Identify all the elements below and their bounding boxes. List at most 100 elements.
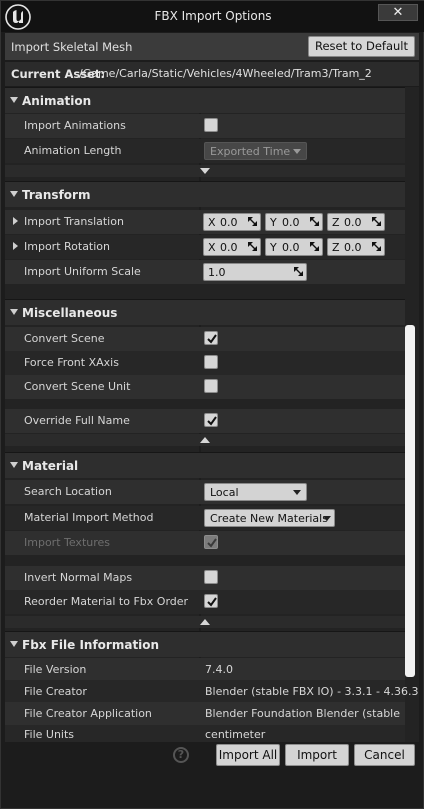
- collapse-arrow-icon: [10, 97, 18, 103]
- collapse-arrow-icon: [10, 641, 18, 647]
- drag-handle-icon: [310, 242, 319, 251]
- translation-y-field[interactable]: Y 0.0: [265, 213, 323, 231]
- reset-to-default-button[interactable]: Reset to Default: [308, 36, 415, 57]
- current-asset-header: Current Asset: /Game/Carla/Static/Vehicl…: [5, 62, 419, 86]
- import-type-label: Import Skeletal Mesh: [11, 40, 133, 54]
- property-row-import-animations: Import Animations: [5, 114, 405, 138]
- reorder-material-checkbox[interactable]: [204, 594, 218, 608]
- chevron-down-icon: [323, 516, 331, 521]
- property-label: Invert Normal Maps: [24, 571, 133, 584]
- override-full-name-checkbox[interactable]: [204, 413, 218, 427]
- close-button[interactable]: ✕: [378, 4, 418, 21]
- import-button[interactable]: Import: [285, 744, 349, 766]
- property-label: Import Animations: [24, 119, 126, 132]
- property-row-import-rotation: Import Rotation X 0.0 Y 0.0 Z 0.0: [5, 235, 405, 259]
- material-import-method-dropdown[interactable]: Create New Materials: [204, 509, 335, 527]
- property-label: File Version: [24, 663, 87, 676]
- invert-normal-maps-checkbox[interactable]: [204, 570, 218, 584]
- property-label: Reorder Material to Fbx Order: [24, 595, 189, 608]
- translation-z-field[interactable]: Z 0.0: [327, 213, 385, 231]
- category-title: Material: [22, 459, 79, 473]
- file-creator-application-value: Blender Foundation Blender (stable FBX: [205, 707, 401, 720]
- checkmark-icon: [207, 416, 217, 426]
- import-textures-checkbox: [204, 535, 218, 549]
- property-row-file-units: File Units centimeter: [5, 725, 405, 742]
- section-gap: [5, 555, 405, 566]
- axis-label: Y: [270, 241, 277, 254]
- collapse-arrow-icon: [10, 462, 18, 468]
- category-title: Animation: [22, 94, 92, 108]
- search-location-dropdown[interactable]: Local: [204, 483, 307, 501]
- rotation-x-field[interactable]: X 0.0: [203, 238, 261, 256]
- fbx-import-options-dialog: FBX Import Options ✕ Import Skeletal Mes…: [0, 0, 424, 809]
- property-row-animation-length: Animation Length Exported Time: [5, 139, 405, 163]
- property-label: Import Textures: [24, 536, 111, 549]
- property-row-convert-scene: Convert Scene: [5, 327, 405, 351]
- uniform-scale-field[interactable]: 1.0: [203, 263, 307, 281]
- property-label: Import Translation: [24, 215, 124, 228]
- import-type-header: Import Skeletal Mesh Reset to Default: [5, 33, 419, 60]
- collapse-advanced-misc[interactable]: [5, 434, 405, 446]
- animation-length-dropdown[interactable]: Exported Time: [204, 142, 307, 160]
- property-row-import-textures: Import Textures: [5, 531, 405, 555]
- dropdown-value: Create New Materials: [210, 512, 328, 525]
- import-all-button[interactable]: Import All: [216, 744, 280, 766]
- file-creator-value: Blender (stable FBX IO) - 3.3.1 - 4.36.3: [205, 685, 419, 698]
- rotation-z-field[interactable]: Z 0.0: [327, 238, 385, 256]
- drag-handle-icon: [248, 217, 257, 226]
- category-miscellaneous[interactable]: Miscellaneous: [5, 299, 405, 325]
- convert-scene-unit-checkbox[interactable]: [204, 379, 218, 393]
- expand-arrow-icon[interactable]: [13, 217, 18, 225]
- rotation-y-field[interactable]: Y 0.0: [265, 238, 323, 256]
- collapse-advanced-material[interactable]: [5, 616, 405, 628]
- drag-handle-icon: [372, 217, 381, 226]
- expand-advanced-animation[interactable]: [5, 165, 405, 177]
- field-value: 0.0: [282, 216, 300, 229]
- field-value: 0.0: [220, 241, 238, 254]
- category-title: Miscellaneous: [22, 306, 118, 320]
- category-transform[interactable]: Transform: [5, 181, 405, 207]
- force-front-xaxis-checkbox[interactable]: [204, 355, 218, 369]
- property-label: File Creator Application: [24, 707, 152, 720]
- dropdown-value: Exported Time: [210, 145, 291, 158]
- drag-handle-icon: [372, 242, 381, 251]
- property-label: File Units: [24, 728, 75, 741]
- category-fbx-file-information[interactable]: Fbx File Information: [5, 631, 405, 657]
- expand-arrow-icon[interactable]: [13, 242, 18, 250]
- help-icon[interactable]: ?: [173, 747, 189, 763]
- window-title: FBX Import Options: [154, 9, 272, 23]
- category-material[interactable]: Material: [5, 452, 405, 478]
- checkmark-icon: [207, 597, 217, 607]
- convert-scene-checkbox[interactable]: [204, 331, 218, 345]
- category-title: Transform: [22, 188, 91, 202]
- dialog-footer: ? Import All Import Cancel: [5, 743, 419, 768]
- property-row-file-creator-application: File Creator Application Blender Foundat…: [5, 702, 405, 726]
- field-value: 0.0: [282, 241, 300, 254]
- expand-arrow-icon: [200, 168, 210, 174]
- axis-label: X: [208, 241, 216, 254]
- import-animations-checkbox[interactable]: [204, 118, 218, 132]
- section-gap: [5, 284, 405, 299]
- drag-handle-icon: [310, 217, 319, 226]
- property-label: Material Import Method: [24, 511, 154, 524]
- field-value: 0.0: [344, 216, 362, 229]
- collapse-arrow-icon: [10, 191, 18, 197]
- property-label: Animation Length: [24, 144, 122, 157]
- property-row-invert-normal-maps: Invert Normal Maps: [5, 566, 405, 590]
- chevron-down-icon: [293, 490, 301, 495]
- property-row-reorder-material: Reorder Material to Fbx Order: [5, 590, 405, 614]
- property-label: Import Rotation: [24, 240, 111, 253]
- translation-x-field[interactable]: X 0.0: [203, 213, 261, 231]
- property-label: Search Location: [24, 485, 112, 498]
- axis-label: Z: [332, 216, 340, 229]
- details-scrollbar[interactable]: [405, 325, 415, 677]
- details-panel: Animation Import Animations Animation Le…: [5, 87, 419, 742]
- chevron-down-icon: [293, 149, 301, 154]
- current-asset-path: /Game/Carla/Static/Vehicles/4Wheeled/Tra…: [79, 67, 372, 80]
- checkmark-icon: [207, 334, 217, 344]
- cancel-button[interactable]: Cancel: [354, 744, 415, 766]
- property-label: Force Front XAxis: [24, 356, 119, 369]
- category-animation[interactable]: Animation: [5, 87, 405, 113]
- title-bar[interactable]: FBX Import Options ✕: [1, 1, 424, 32]
- file-units-value: centimeter: [205, 728, 266, 741]
